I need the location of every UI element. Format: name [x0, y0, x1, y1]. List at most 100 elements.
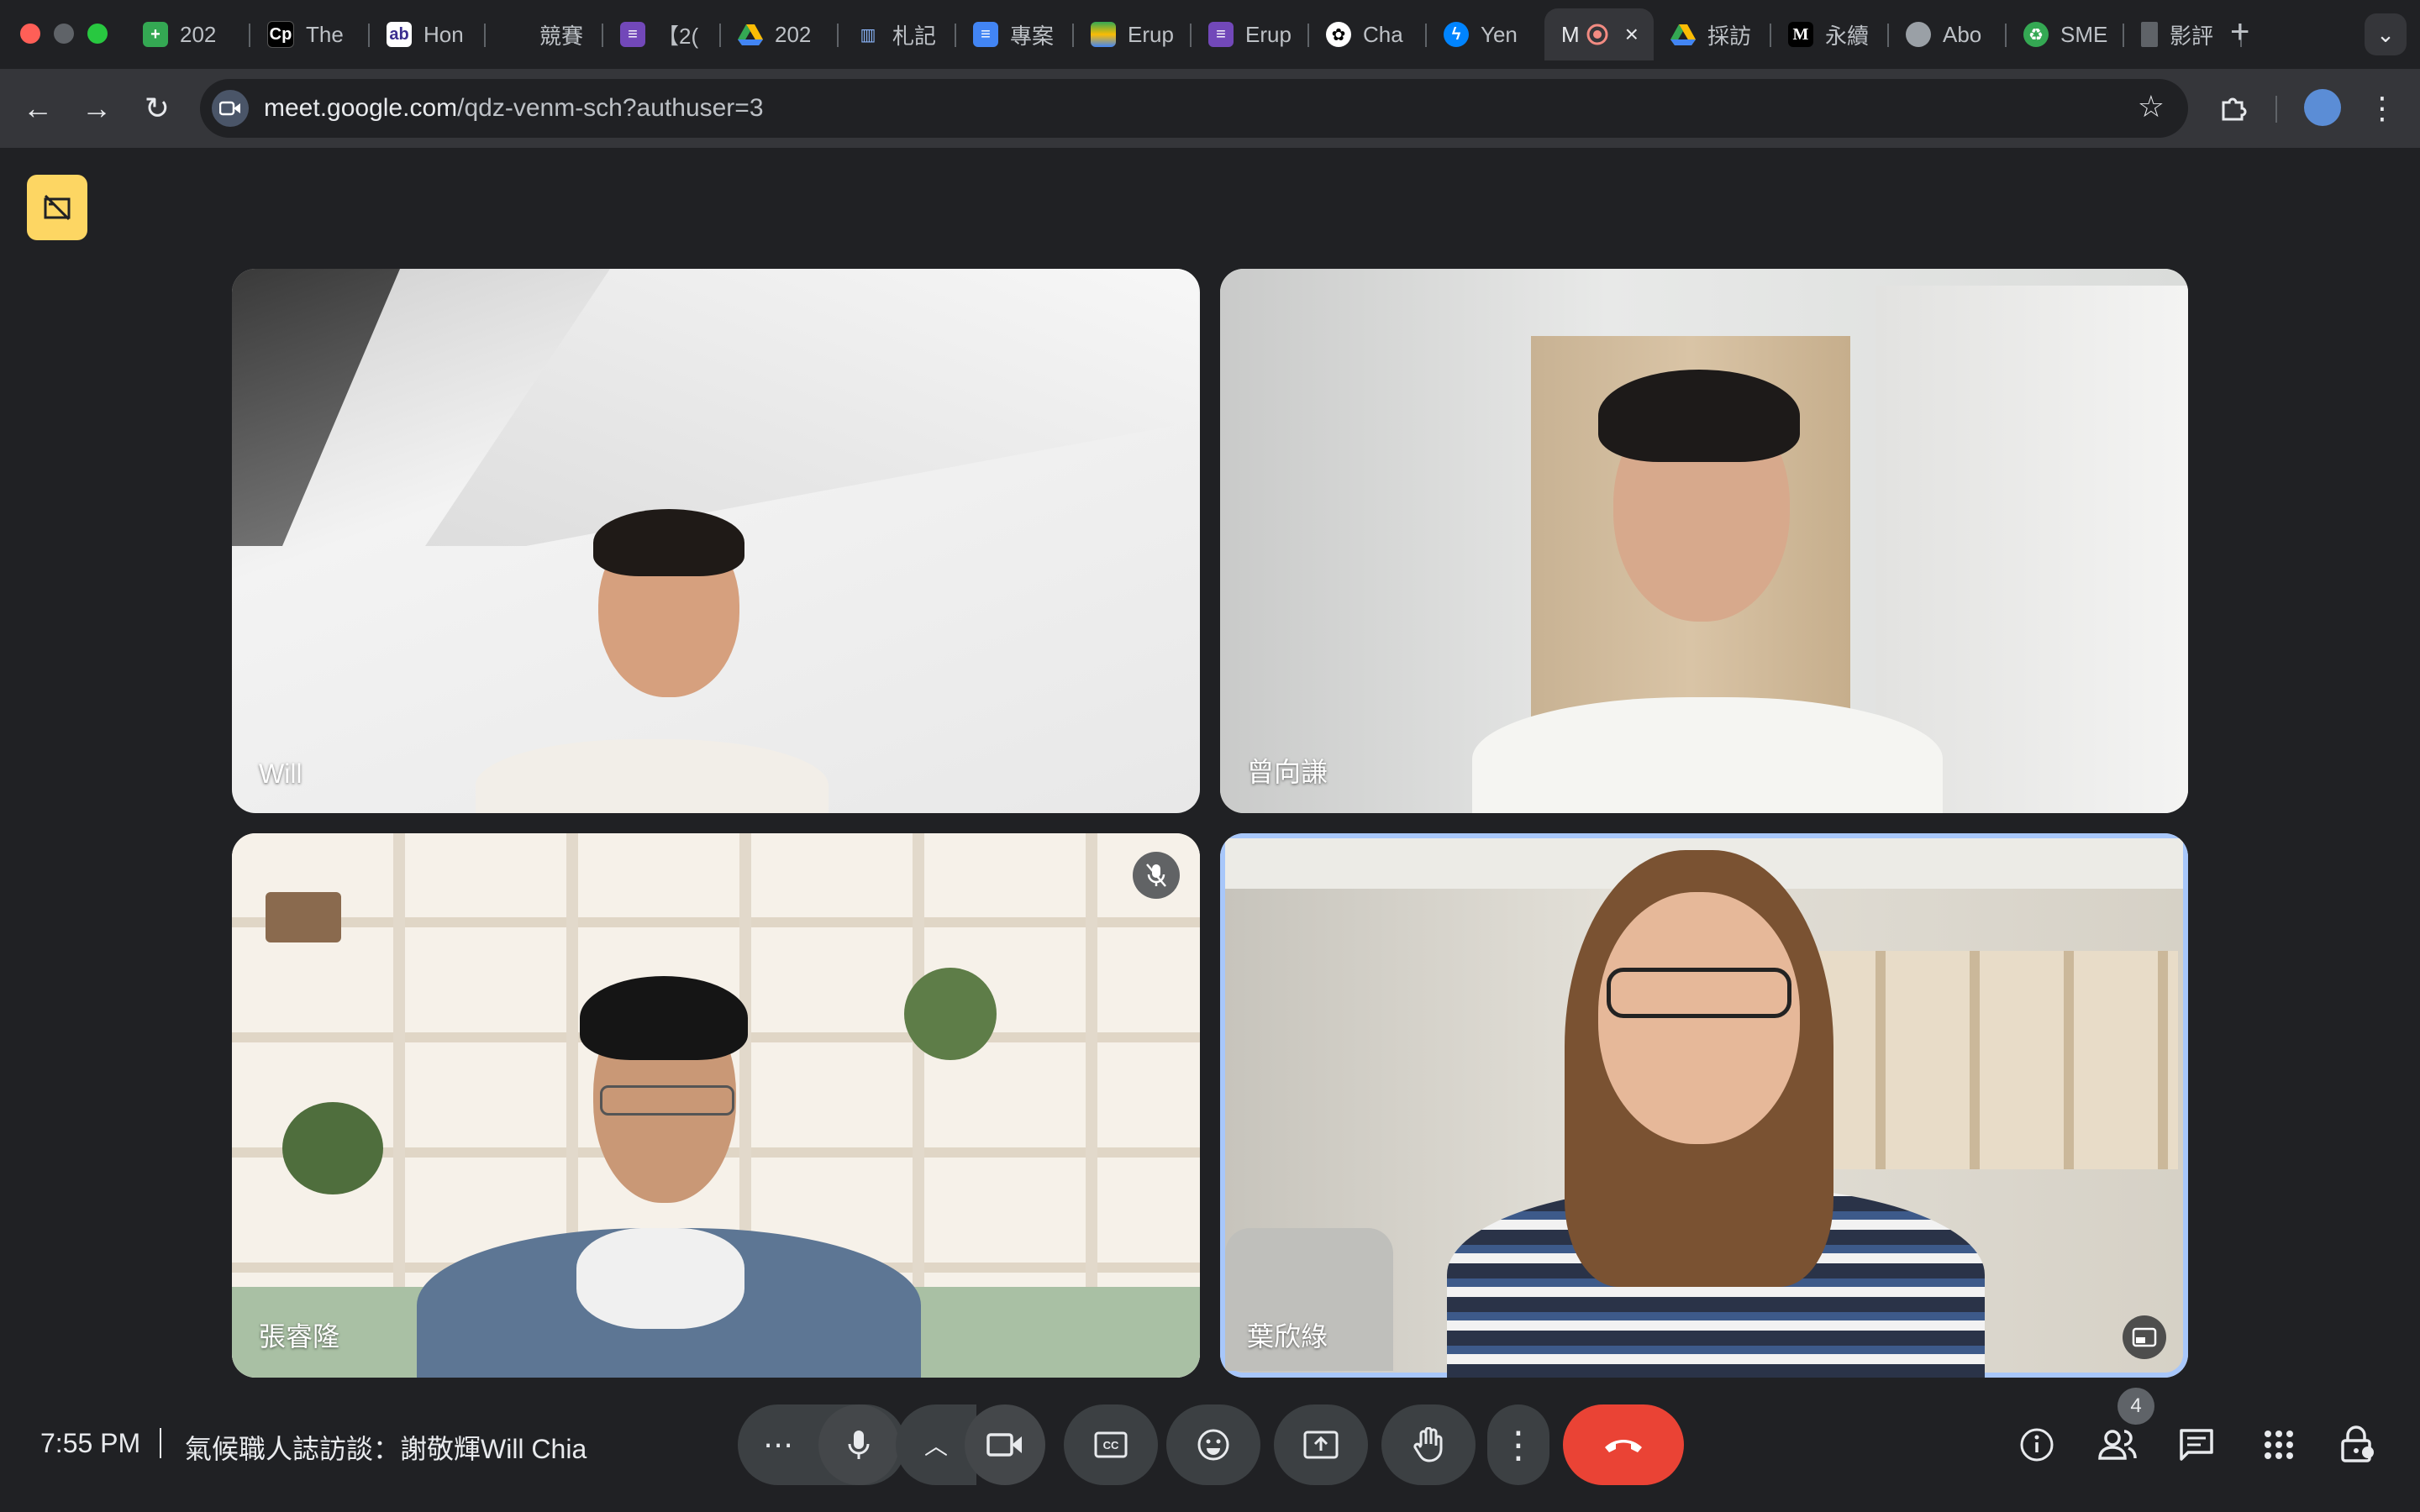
tab[interactable]: +202: [126, 8, 250, 60]
tab[interactable]: 採訪: [1654, 8, 1771, 60]
profile-avatar[interactable]: [2304, 89, 2341, 126]
tab[interactable]: 競賽: [486, 8, 603, 60]
raise-hand-button[interactable]: [1381, 1404, 1476, 1485]
tab[interactable]: M 永續: [1771, 8, 1889, 60]
participant-name: 張睿隆: [259, 1321, 340, 1352]
chat-button[interactable]: [2175, 1423, 2218, 1467]
activities-button[interactable]: [2257, 1423, 2301, 1467]
closed-captions-icon: CC: [1094, 1431, 1128, 1458]
more-horiz-icon: ⋯: [763, 1427, 793, 1462]
url-text[interactable]: meet.google.com/qdz-venm-sch?authuser=3: [264, 94, 764, 123]
tab-active-meet[interactable]: M ×: [1544, 8, 1654, 60]
globe-icon: [1906, 22, 1931, 47]
people-icon: [2098, 1430, 2137, 1460]
cp-icon: Cp: [267, 21, 294, 48]
host-controls-button[interactable]: [2336, 1423, 2380, 1467]
back-button[interactable]: ←: [17, 87, 59, 129]
more-vert-icon: ⋮: [1500, 1424, 1537, 1466]
tab[interactable]: ab Hon: [370, 8, 486, 60]
no-recording-icon: [44, 194, 71, 221]
browser-menu-button[interactable]: ⋮: [2361, 87, 2403, 129]
participant-name: 葉欣綠: [1247, 1321, 1328, 1352]
recording-badge[interactable]: [27, 175, 87, 240]
site-info-icon[interactable]: [212, 90, 249, 127]
present-to-all-icon: [1303, 1431, 1339, 1459]
camera-button[interactable]: [965, 1404, 1045, 1485]
reload-button[interactable]: ↻: [136, 87, 178, 129]
window-frame: [232, 269, 400, 546]
pin-tile-button[interactable]: [2123, 1315, 2166, 1359]
participant-count-badge: 4: [2118, 1388, 2154, 1425]
puzzle-icon: [2222, 97, 2247, 121]
film-icon: [2141, 22, 2158, 47]
reactions-button[interactable]: [1166, 1404, 1260, 1485]
openai-icon: ✿: [1326, 22, 1351, 47]
tab[interactable]: 202: [721, 8, 839, 60]
plant: [282, 1102, 383, 1194]
tab[interactable]: ♻ SME: [2007, 8, 2124, 60]
drive-icon: [738, 22, 763, 47]
captions-button[interactable]: CC: [1064, 1404, 1158, 1485]
recycle-icon: ♻: [2023, 22, 2049, 47]
tab[interactable]: Cp The: [250, 8, 370, 60]
more-options-button[interactable]: ⋮: [1487, 1404, 1549, 1485]
tab[interactable]: Erup: [1074, 8, 1192, 60]
emoji-icon: [1197, 1429, 1229, 1461]
mic-off-icon: [1146, 864, 1166, 887]
participant-name: Will: [259, 759, 302, 789]
chevron-down-icon: ⌄: [2376, 21, 2395, 47]
tab[interactable]: Abo: [1889, 8, 2007, 60]
mic-icon: [848, 1431, 870, 1459]
sheets-icon: +: [143, 22, 168, 47]
plant: [904, 968, 997, 1060]
new-tab-button[interactable]: +: [2230, 13, 2249, 51]
reload-icon: ↻: [144, 91, 171, 125]
present-screen-button[interactable]: [1274, 1404, 1368, 1485]
bottom-divider: [160, 1428, 161, 1458]
participant-tile[interactable]: 曾向謙: [1220, 269, 2188, 813]
tab-search-button[interactable]: ⌄: [2365, 13, 2407, 55]
participant-tile[interactable]: 張睿隆: [232, 833, 1200, 1378]
extensions-button[interactable]: [2212, 87, 2254, 129]
tab[interactable]: ϟ Yen: [1427, 8, 1544, 60]
mic-control-group: ⋯: [738, 1404, 906, 1485]
bookmark-star-icon[interactable]: ☆: [2138, 89, 2165, 124]
close-window-button[interactable]: [20, 24, 40, 44]
messenger-icon: ϟ: [1444, 22, 1469, 47]
participant-tile-speaking[interactable]: 葉欣綠: [1220, 833, 2188, 1378]
maximize-window-button[interactable]: [87, 24, 108, 44]
participant-name: 曾向謙: [1247, 757, 1328, 787]
minimize-window-button[interactable]: [54, 24, 74, 44]
picture-in-picture-icon: [2132, 1327, 2157, 1347]
microphone-button[interactable]: [818, 1404, 899, 1485]
tab[interactable]: ≡ Erup: [1192, 8, 1309, 60]
tab[interactable]: ▥ 札記: [839, 8, 956, 60]
camera-control-group: ︿: [896, 1404, 1086, 1485]
tab[interactable]: ≡ 【2(: [603, 8, 721, 60]
meeting-details-button[interactable]: [2015, 1423, 2059, 1467]
tab[interactable]: 影評: [2124, 8, 2242, 60]
leave-call-button[interactable]: [1563, 1404, 1684, 1485]
stack-icon: [1091, 22, 1116, 47]
forward-button[interactable]: →: [76, 87, 118, 129]
ceiling: [425, 269, 1198, 546]
blank-icon: [502, 22, 528, 47]
chevron-up-icon: ︿: [923, 1433, 948, 1459]
drive-icon: [1670, 22, 1696, 47]
svg-text:CC: CC: [1103, 1439, 1119, 1452]
participant-muted-badge: [1133, 852, 1180, 899]
participant-tile[interactable]: Will: [232, 269, 1200, 813]
meeting-clock: 7:55 PM: [40, 1428, 141, 1458]
ab-icon: ab: [387, 22, 412, 47]
audio-options-button[interactable]: ⋯: [738, 1404, 818, 1485]
tab[interactable]: ✿ Cha: [1309, 8, 1427, 60]
close-tab-icon[interactable]: ×: [1625, 21, 1639, 48]
record-icon: [1585, 22, 1610, 47]
toolbar-divider: [2275, 96, 2277, 123]
tab[interactable]: ≡ 專案: [956, 8, 1074, 60]
shelf-decor: [266, 892, 341, 942]
people-button[interactable]: [2096, 1423, 2139, 1467]
browser-toolbar: ← → ↻ meet.google.com/qdz-venm-sch?authu…: [0, 69, 2420, 148]
address-bar[interactable]: meet.google.com/qdz-venm-sch?authuser=3 …: [200, 79, 2188, 138]
tab-list: +202 Cp The ab Hon 競賽 ≡ 【2( 202 ▥ 札記 ≡ 專案 Eru…: [126, 8, 2242, 60]
